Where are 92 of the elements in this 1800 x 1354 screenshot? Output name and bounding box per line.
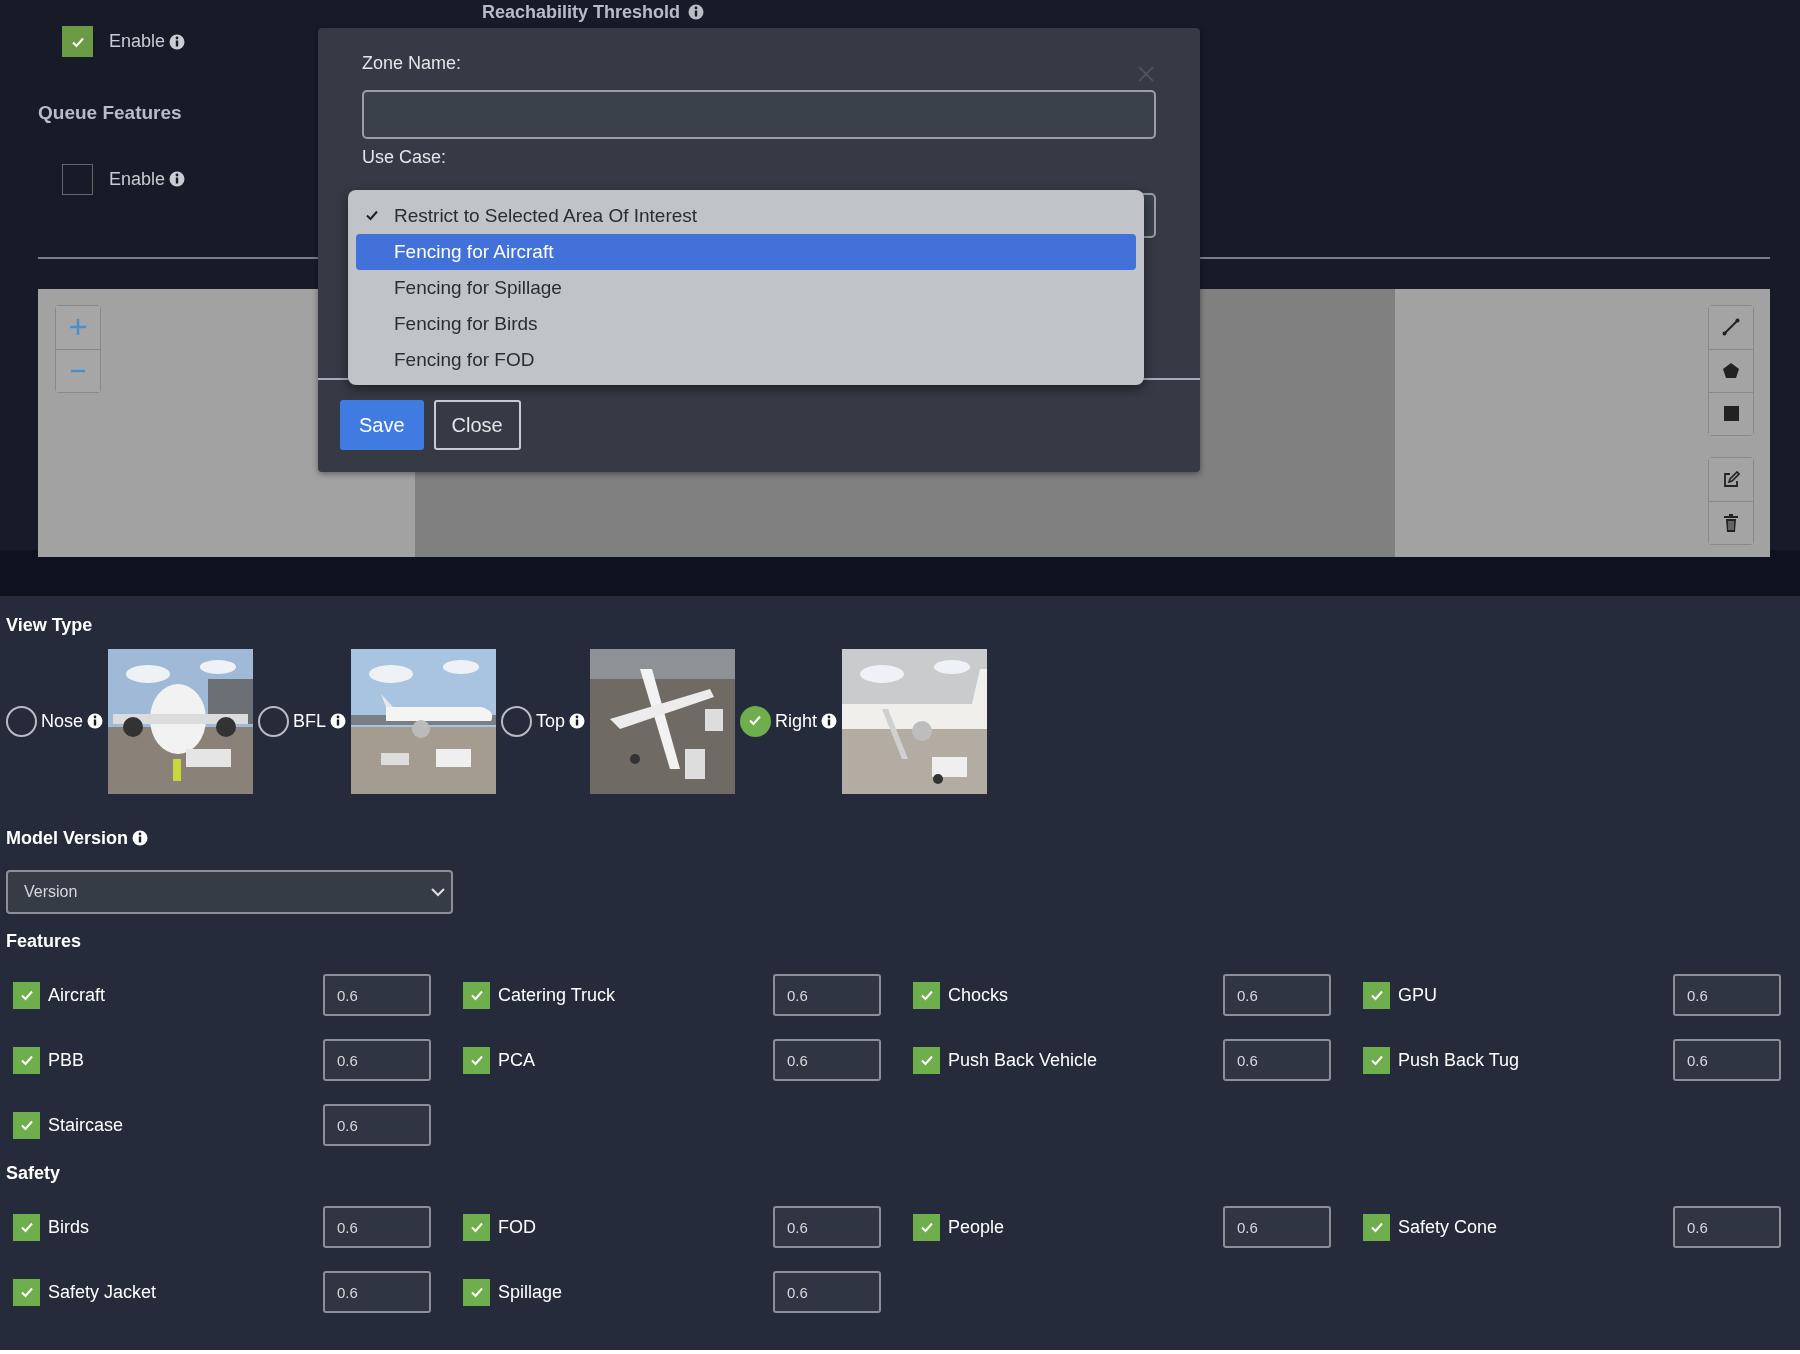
feature-label: Spillage <box>498 1280 564 1304</box>
plus-icon <box>69 318 87 336</box>
threshold-input[interactable]: 0.6 <box>1223 1039 1331 1081</box>
option-label: Right <box>775 709 818 733</box>
checkbox[interactable] <box>13 1111 40 1139</box>
feature-label: GPU <box>1398 983 1438 1007</box>
save-button[interactable]: Save <box>340 400 424 450</box>
threshold-input[interactable]: 0.6 <box>323 1271 431 1313</box>
threshold-input[interactable]: 0.6 <box>773 1206 881 1248</box>
info-icon[interactable] <box>569 713 586 729</box>
info-icon[interactable] <box>87 713 104 729</box>
checkbox[interactable] <box>463 1278 490 1306</box>
square-icon <box>1723 406 1739 421</box>
checkbox[interactable] <box>13 1213 40 1241</box>
threshold-input[interactable]: 0.6 <box>773 1039 881 1081</box>
section-heading: Model Version <box>6 826 129 850</box>
dropdown-item[interactable]: Fencing for Birds <box>356 306 1136 342</box>
info-icon[interactable] <box>132 830 149 846</box>
threshold-input[interactable]: 0.6 <box>1223 974 1331 1016</box>
feature-label: Staircase <box>48 1113 125 1137</box>
checkbox[interactable] <box>13 1278 40 1306</box>
section-label: Reachability Threshold <box>482 0 681 24</box>
feature-label: Safety Cone <box>1398 1215 1499 1239</box>
section-heading: Safety <box>6 1162 62 1185</box>
dropdown-item[interactable]: Restrict to Selected Area Of Interest <box>356 198 1136 234</box>
threshold-input[interactable]: 0.6 <box>1223 1206 1331 1248</box>
radio-button[interactable] <box>6 705 37 737</box>
checkbox[interactable] <box>13 1046 40 1074</box>
delete-button[interactable] <box>1709 500 1753 544</box>
feature-label: Aircraft <box>48 983 106 1007</box>
info-icon[interactable] <box>821 713 838 729</box>
feature-label: PCA <box>498 1048 536 1072</box>
line-icon <box>1722 318 1740 336</box>
feature-label: FOD <box>498 1215 537 1239</box>
option-label: BFL <box>293 709 327 733</box>
threshold-input[interactable]: 0.6 <box>323 1104 431 1146</box>
section-heading: View Type <box>6 614 94 637</box>
feature-label: PBB <box>48 1048 86 1072</box>
radio-button[interactable] <box>740 705 772 737</box>
checkbox[interactable] <box>463 1046 490 1074</box>
feature-label: Push Back Tug <box>1398 1048 1521 1072</box>
info-icon[interactable] <box>688 4 705 20</box>
threshold-input[interactable]: 0.6 <box>323 974 431 1016</box>
checkbox[interactable] <box>913 1213 940 1241</box>
dropdown-item[interactable]: Fencing for FOD <box>356 342 1136 378</box>
minus-icon <box>70 368 86 373</box>
input-field[interactable] <box>362 90 1156 139</box>
checkbox[interactable] <box>463 1213 490 1241</box>
threshold-input[interactable]: 0.6 <box>773 974 881 1016</box>
radio-button[interactable] <box>258 705 290 737</box>
dropdown-item[interactable]: Fencing for Aircraft <box>356 234 1136 270</box>
checkbox[interactable] <box>13 981 40 1009</box>
info-icon[interactable] <box>330 713 347 729</box>
chevron-down-icon <box>431 887 445 897</box>
checkbox[interactable] <box>62 26 93 57</box>
feature-label: People <box>948 1215 1006 1239</box>
field-label: Use Case: <box>362 146 447 169</box>
pentagon-icon <box>1722 362 1740 379</box>
option-label: Top <box>536 709 566 733</box>
threshold-input[interactable]: 0.6 <box>773 1271 881 1313</box>
checkbox[interactable] <box>1363 1213 1390 1241</box>
checkbox[interactable] <box>1363 1046 1390 1074</box>
section-heading: Queue Features <box>38 101 182 125</box>
threshold-input[interactable]: 0.6 <box>323 1206 431 1248</box>
radio-button[interactable] <box>501 705 533 737</box>
field-label: Zone Name: <box>362 52 462 75</box>
draw-rectangle-button[interactable] <box>1709 391 1753 435</box>
checkbox[interactable] <box>1363 981 1390 1009</box>
info-icon[interactable] <box>169 33 186 50</box>
option-label: Nose <box>41 709 84 733</box>
threshold-input[interactable]: 0.6 <box>323 1039 431 1081</box>
feature-label: Safety Jacket <box>48 1280 158 1304</box>
trash-icon <box>1723 513 1739 532</box>
threshold-input[interactable]: 0.6 <box>1673 1206 1781 1248</box>
version-select[interactable]: Version <box>6 870 453 914</box>
checkbox[interactable] <box>463 981 490 1009</box>
close-button[interactable]: Close <box>433 400 521 450</box>
info-icon[interactable] <box>169 171 186 187</box>
threshold-input[interactable]: 0.6 <box>1673 1039 1781 1081</box>
feature-label: Catering Truck <box>498 983 617 1007</box>
enable-label: Enable <box>109 167 166 191</box>
checkbox[interactable] <box>913 1046 940 1074</box>
feature-label: Chocks <box>948 983 1010 1007</box>
feature-label: Push Back Vehicle <box>948 1048 1099 1072</box>
checkbox[interactable] <box>62 163 93 195</box>
enable-label: Enable <box>109 30 166 53</box>
section-heading: Features <box>6 930 83 953</box>
threshold-input[interactable]: 0.6 <box>1673 974 1781 1016</box>
dropdown-item[interactable]: Fencing for Spillage <box>356 270 1136 306</box>
edit-icon <box>1722 471 1740 487</box>
feature-label: Birds <box>48 1215 90 1239</box>
checkbox[interactable] <box>913 981 940 1009</box>
